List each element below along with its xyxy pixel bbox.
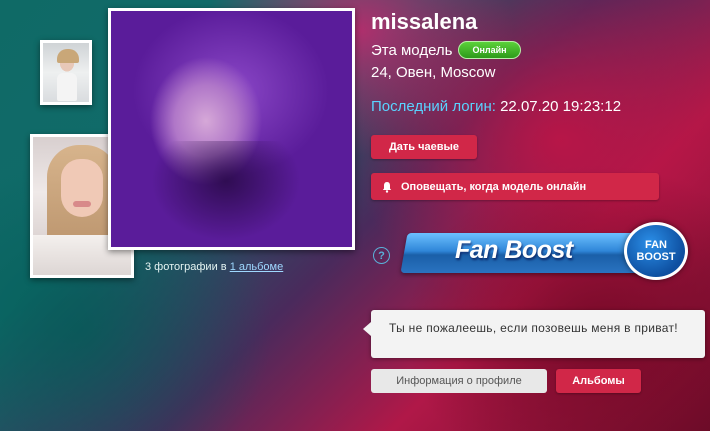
private-chat-tooltip: Ты не пожалеешь, если позовешь меня в пр…: [363, 310, 705, 358]
last-login-label: Последний логин:: [371, 98, 496, 115]
album-link[interactable]: 1 альбоме: [230, 261, 284, 273]
bell-icon: [382, 181, 392, 193]
last-login-value: 22.07.20 19:23:12: [500, 98, 622, 115]
status-label: Эта модель: [371, 41, 453, 59]
main-profile-photo[interactable]: [108, 8, 355, 250]
status-row: Эта модель Онлайн: [371, 41, 521, 59]
notify-button-label: Оповещать, когда модель онлайн: [401, 180, 587, 193]
tab-profile-info-label: Информация о профиле: [396, 375, 522, 387]
tip-button[interactable]: Дать чаевые: [371, 135, 477, 159]
fan-boost-badge-line2: BOOST: [636, 251, 676, 263]
gallery-caption: 3 фотографии в 1 альбоме: [145, 261, 283, 273]
online-badge: Онлайн: [458, 41, 521, 59]
tab-profile-info[interactable]: Информация о профиле: [371, 369, 547, 393]
profile-bio: 24, Овен, Moscow: [371, 64, 496, 81]
help-icon[interactable]: ?: [373, 247, 390, 264]
last-login: Последний логин: 22.07.20 19:23:12: [371, 98, 621, 115]
thumbnail-hair: [57, 49, 79, 63]
fan-boost-label[interactable]: Fan Boost: [455, 236, 573, 265]
notify-online-button[interactable]: Оповещать, когда модель онлайн: [371, 173, 659, 200]
username: missalena: [371, 9, 478, 34]
thumbnail-face: [61, 159, 103, 217]
main-photo-image: [111, 11, 352, 247]
profile-page: 3 фотографии в 1 альбоме missalena Эта м…: [0, 0, 710, 431]
fan-boost-badge-icon[interactable]: FAN BOOST: [624, 222, 688, 280]
tip-button-label: Дать чаевые: [388, 141, 460, 153]
tab-albums-label: Альбомы: [572, 375, 625, 387]
tab-albums[interactable]: Альбомы: [556, 369, 641, 393]
thumbnail-lips: [73, 201, 91, 207]
thumbnail-body: [57, 73, 77, 101]
caption-text: 3 фотографии в: [145, 261, 227, 273]
fan-boost-badge-line1: FAN: [645, 239, 667, 251]
photo-thumbnail-1[interactable]: [40, 40, 92, 105]
photo-shadow: [151, 141, 301, 241]
tooltip-text: Ты не пожалеешь, если позовешь меня в пр…: [389, 321, 678, 335]
thumbnail-image: [43, 43, 89, 102]
